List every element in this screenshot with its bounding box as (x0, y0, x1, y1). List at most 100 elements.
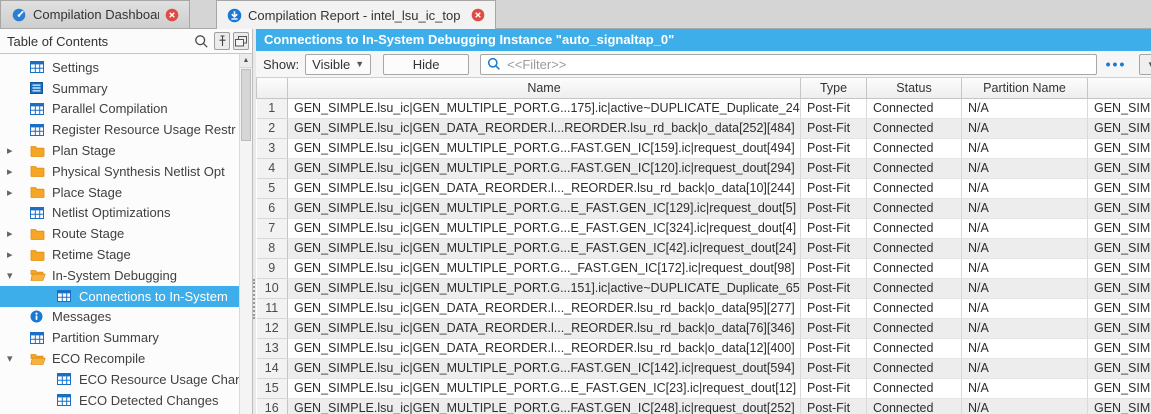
tab-compilation-dashboard[interactable]: Compilation Dashboard (0, 0, 190, 28)
row-number-cell[interactable]: 2 (257, 118, 288, 138)
row-number-cell[interactable]: 11 (257, 298, 288, 318)
extra-cell[interactable]: GEN_SIMPLE (1088, 238, 1151, 258)
name-cell[interactable]: GEN_SIMPLE.lsu_ic|GEN_MULTIPLE_PORT.G...… (288, 158, 801, 178)
type-cell[interactable]: Post-Fit (801, 358, 867, 378)
status-cell[interactable]: Connected (867, 258, 962, 278)
partition-cell[interactable]: N/A (962, 318, 1088, 338)
name-cell[interactable]: GEN_SIMPLE.lsu_ic|GEN_MULTIPLE_PORT.G...… (288, 278, 801, 298)
chevron-down-icon[interactable]: ▾ (4, 352, 30, 365)
partition-cell[interactable]: N/A (962, 118, 1088, 138)
status-cell[interactable]: Connected (867, 198, 962, 218)
extra-cell[interactable]: GEN_SIMPLE (1088, 378, 1151, 398)
type-cell[interactable]: Post-Fit (801, 178, 867, 198)
status-cell[interactable]: Connected (867, 298, 962, 318)
chevron-right-icon[interactable]: ▸ (4, 248, 30, 261)
partition-cell[interactable]: N/A (962, 278, 1088, 298)
column-header-type[interactable]: Type (801, 78, 867, 98)
name-cell[interactable]: GEN_SIMPLE.lsu_ic|GEN_MULTIPLE_PORT.G...… (288, 378, 801, 398)
row-number-cell[interactable]: 7 (257, 218, 288, 238)
scroll-up-icon[interactable]: ▲ (240, 54, 252, 68)
name-cell[interactable]: GEN_SIMPLE.lsu_ic|GEN_DATA_REORDER.l..._… (288, 298, 801, 318)
partition-cell[interactable]: N/A (962, 338, 1088, 358)
row-number-header[interactable] (257, 78, 288, 98)
type-cell[interactable]: Post-Fit (801, 398, 867, 414)
column-header-partition-name[interactable]: Partition Name (962, 78, 1088, 98)
status-cell[interactable]: Connected (867, 178, 962, 198)
chevron-right-icon[interactable]: ▸ (4, 186, 30, 199)
name-cell[interactable]: GEN_SIMPLE.lsu_ic|GEN_MULTIPLE_PORT.G...… (288, 398, 801, 414)
toc-item-eco-recompile[interactable]: ▾ECO Recompile (0, 348, 239, 369)
chevron-right-icon[interactable]: ▸ (4, 165, 30, 178)
toc-item-messages[interactable]: Messages (0, 307, 239, 328)
scrollbar-thumb[interactable] (241, 69, 251, 141)
chevron-right-icon[interactable]: ▸ (4, 227, 30, 240)
status-cell[interactable]: Connected (867, 278, 962, 298)
toc-item-eco-detected-changes[interactable]: ECO Detected Changes (0, 390, 239, 411)
status-cell[interactable]: Connected (867, 118, 962, 138)
extra-cell[interactable]: GEN_SIMPLE (1088, 358, 1151, 378)
name-cell[interactable]: GEN_SIMPLE.lsu_ic|GEN_MULTIPLE_PORT.G...… (288, 238, 801, 258)
close-icon[interactable] (471, 8, 485, 22)
filter-box[interactable] (480, 54, 1097, 75)
toc-item-settings[interactable]: Settings (0, 57, 239, 78)
toolbar-overflow-button[interactable]: ▼ (1139, 54, 1151, 75)
name-cell[interactable]: GEN_SIMPLE.lsu_ic|GEN_DATA_REORDER.l..._… (288, 178, 801, 198)
panel-splitter[interactable] (253, 29, 256, 414)
row-number-cell[interactable]: 8 (257, 238, 288, 258)
status-cell[interactable]: Connected (867, 378, 962, 398)
extra-cell[interactable]: GEN_SIMPLE (1088, 98, 1151, 118)
chevron-right-icon[interactable]: ▸ (4, 144, 30, 157)
toc-item-physical-synthesis-netlist-opt[interactable]: ▸Physical Synthesis Netlist Opt (0, 161, 239, 182)
name-cell[interactable]: GEN_SIMPLE.lsu_ic|GEN_MULTIPLE_PORT.G...… (288, 218, 801, 238)
extra-cell[interactable]: GEN_SIMPLE (1088, 258, 1151, 278)
row-number-cell[interactable]: 6 (257, 198, 288, 218)
more-options-button[interactable]: ••• (1097, 56, 1135, 72)
type-cell[interactable]: Post-Fit (801, 98, 867, 118)
toc-item-register-resource-usage-restr[interactable]: Register Resource Usage Restr (0, 119, 239, 140)
close-icon[interactable] (165, 8, 179, 22)
name-cell[interactable]: GEN_SIMPLE.lsu_ic|GEN_MULTIPLE_PORT.G...… (288, 138, 801, 158)
status-cell[interactable]: Connected (867, 358, 962, 378)
type-cell[interactable]: Post-Fit (801, 378, 867, 398)
chevron-down-icon[interactable]: ▾ (4, 269, 30, 282)
toc-item-partition-summary[interactable]: Partition Summary (0, 327, 239, 348)
toc-item-retime-stage[interactable]: ▸Retime Stage (0, 244, 239, 265)
row-number-cell[interactable]: 3 (257, 138, 288, 158)
partition-cell[interactable]: N/A (962, 298, 1088, 318)
extra-cell[interactable]: GEN_SIMPLE (1088, 198, 1151, 218)
column-header-extra[interactable] (1088, 78, 1151, 98)
extra-cell[interactable]: GEN_SIMPLE (1088, 278, 1151, 298)
hide-button[interactable]: Hide (383, 54, 469, 75)
extra-cell[interactable]: GEN_SIMPLE (1088, 138, 1151, 158)
filter-input[interactable] (507, 57, 1090, 72)
pin-button[interactable] (214, 32, 230, 50)
type-cell[interactable]: Post-Fit (801, 298, 867, 318)
status-cell[interactable]: Connected (867, 238, 962, 258)
name-cell[interactable]: GEN_SIMPLE.lsu_ic|GEN_MULTIPLE_PORT.G...… (288, 198, 801, 218)
search-icon[interactable] (194, 34, 209, 49)
toc-item-parallel-compilation[interactable]: Parallel Compilation (0, 99, 239, 120)
partition-cell[interactable]: N/A (962, 258, 1088, 278)
type-cell[interactable]: Post-Fit (801, 258, 867, 278)
type-cell[interactable]: Post-Fit (801, 338, 867, 358)
row-number-cell[interactable]: 1 (257, 98, 288, 118)
partition-cell[interactable]: N/A (962, 158, 1088, 178)
row-number-cell[interactable]: 12 (257, 318, 288, 338)
tab-compilation-report[interactable]: Compilation Report - intel_lsu_ic_top (216, 0, 496, 29)
type-cell[interactable]: Post-Fit (801, 318, 867, 338)
row-number-cell[interactable]: 10 (257, 278, 288, 298)
row-number-cell[interactable]: 5 (257, 178, 288, 198)
toc-item-route-stage[interactable]: ▸Route Stage (0, 223, 239, 244)
name-cell[interactable]: GEN_SIMPLE.lsu_ic|GEN_DATA_REORDER.l..._… (288, 338, 801, 358)
status-cell[interactable]: Connected (867, 338, 962, 358)
partition-cell[interactable]: N/A (962, 138, 1088, 158)
status-cell[interactable]: Connected (867, 98, 962, 118)
extra-cell[interactable]: GEN_SIMPLE (1088, 118, 1151, 138)
type-cell[interactable]: Post-Fit (801, 238, 867, 258)
extra-cell[interactable]: GEN_SIMPLE (1088, 298, 1151, 318)
show-filter-dropdown[interactable]: Visible ▼ (305, 54, 371, 75)
partition-cell[interactable]: N/A (962, 358, 1088, 378)
partition-cell[interactable]: N/A (962, 218, 1088, 238)
row-number-cell[interactable]: 9 (257, 258, 288, 278)
extra-cell[interactable]: GEN_SIMPLE (1088, 158, 1151, 178)
